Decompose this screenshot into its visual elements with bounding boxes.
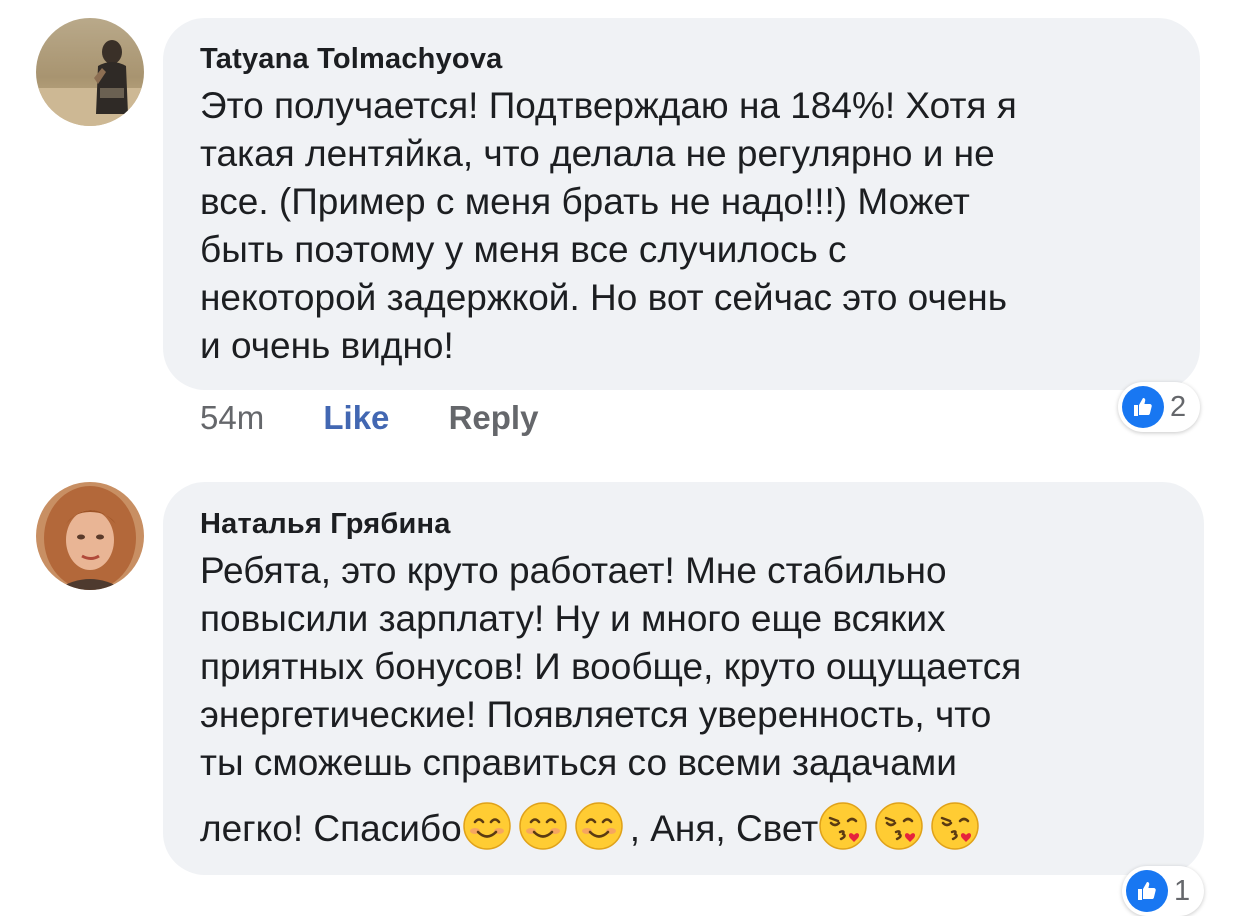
comment-text-line: повысили зарплату! Ну и много еще всяких	[200, 598, 946, 639]
comment-2: Наталья Грябина Ребята, это круто работа…	[0, 480, 1242, 916]
comment-text-line-last: легко! Спасибо , Аня, Свет	[200, 801, 1170, 853]
comment-text-line: энергетические! Появляется уверенность, …	[200, 694, 992, 735]
comment-text-fragment: , Аня, Свет	[629, 808, 819, 849]
reaction-count: 1	[1174, 874, 1191, 907]
comment-text-line: такая лентяйка, что делала не регулярно …	[200, 133, 995, 174]
kissing-face-icon	[930, 801, 980, 851]
comment-text-line: Ребята, это круто работает! Мне стабильн…	[200, 550, 947, 591]
avatar-tatyana[interactable]	[36, 18, 144, 126]
avatar-natalya[interactable]	[36, 482, 144, 590]
smiling-face-icon	[462, 801, 512, 851]
comment-text-line: некоторой задержкой. Но вот сейчас это о…	[200, 277, 1008, 318]
thumbs-up-icon	[1122, 386, 1164, 428]
comment-text-line: и очень видно!	[200, 325, 454, 366]
smiling-face-icon	[574, 801, 624, 851]
comment-author[interactable]: Tatyana Tolmachyova	[200, 42, 1166, 76]
comment-text-line: все. (Пример с меня брать не надо!!!) Мо…	[200, 181, 970, 222]
comment-text-fragment: легко! Спасибо	[200, 808, 462, 849]
comment-timestamp[interactable]: 54m	[200, 399, 264, 436]
reaction-summary[interactable]: 2	[1118, 382, 1201, 432]
kissing-face-icon	[874, 801, 924, 851]
like-button[interactable]: Like	[323, 399, 389, 436]
reaction-summary[interactable]: 1	[1122, 866, 1205, 916]
comment-text-line: Это получается! Подтверждаю на 184%! Хот…	[200, 85, 1017, 126]
thumbs-up-icon	[1126, 870, 1168, 912]
comment-text-line: приятных бонусов! И вообще, круто ощущае…	[200, 646, 1022, 687]
comment-author[interactable]: Наталья Грябина	[200, 507, 1170, 541]
comment-bubble: Tatyana Tolmachyova Это получается! Подт…	[163, 18, 1200, 390]
comment-text-line: быть поэтому у меня все случилось с	[200, 229, 847, 270]
reaction-count: 2	[1170, 390, 1187, 423]
comment-text: Это получается! Подтверждаю на 184%! Хот…	[200, 82, 1166, 370]
reply-button[interactable]: Reply	[449, 399, 539, 436]
comment-bubble: Наталья Грябина Ребята, это круто работа…	[163, 482, 1204, 875]
smiling-face-icon	[518, 801, 568, 851]
kissing-face-icon	[818, 801, 868, 851]
comment-text-line: ты сможешь справиться со всеми задачами	[200, 742, 957, 783]
comment-text: Ребята, это круто работает! Мне стабильн…	[200, 547, 1170, 853]
comment-actions: 54m Like Reply	[200, 398, 538, 438]
comment-1: Tatyana Tolmachyova Это получается! Подт…	[0, 0, 1242, 460]
